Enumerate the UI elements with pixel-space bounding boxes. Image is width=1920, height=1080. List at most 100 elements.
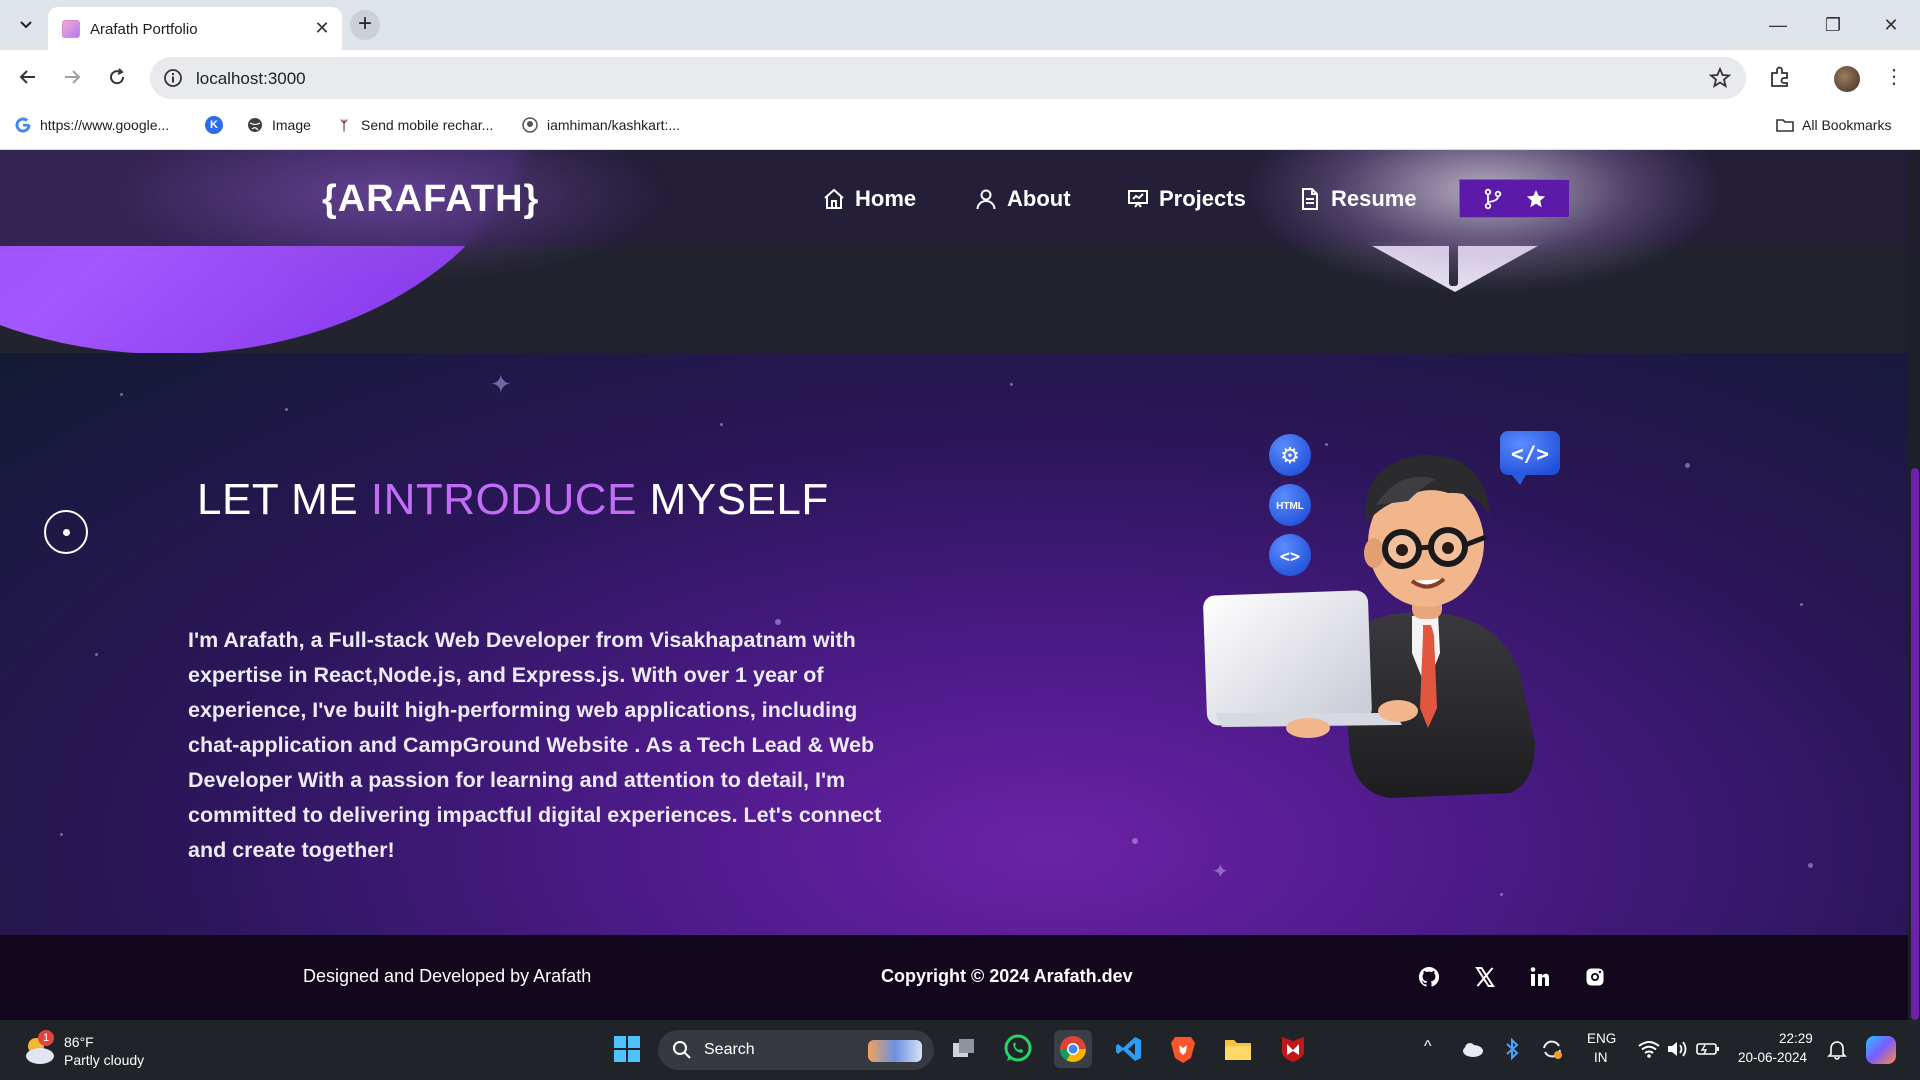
nav-resume[interactable]: Resume [1298, 186, 1417, 212]
mcafee-app[interactable] [1274, 1030, 1312, 1068]
sync-icon[interactable] [1540, 1038, 1564, 1060]
chrome-app[interactable] [1054, 1030, 1092, 1068]
weather-desc: Partly cloudy [64, 1052, 145, 1068]
footer-credit: Designed and Developed by Arafath [303, 966, 592, 986]
bookmark-item[interactable]: iamhiman/kashkart:... [521, 116, 680, 134]
taskbar-search[interactable]: Search [658, 1030, 934, 1070]
svg-text:</>: </> [1511, 442, 1549, 466]
task-view-button[interactable] [945, 1030, 983, 1068]
weather-widget[interactable]: 1 86°F Partly cloudy [20, 1026, 170, 1074]
clock-date[interactable]: 20-06-2024 [1738, 1050, 1807, 1065]
reload-icon [110, 68, 125, 85]
star-dot [60, 833, 63, 836]
arrow-right-icon [65, 70, 81, 84]
minimize-button[interactable]: — [1758, 10, 1798, 40]
bookmark-item[interactable]: Image [246, 116, 311, 134]
github-star-button[interactable] [1459, 179, 1570, 218]
bookmark-item[interactable]: ᛉ Send mobile rechar... [335, 116, 493, 134]
bookmark-item[interactable]: https://www.google... [14, 116, 169, 134]
tab-title: Arafath Portfolio [90, 21, 198, 38]
brave-app[interactable] [1164, 1030, 1202, 1068]
whatsapp-app[interactable] [999, 1030, 1037, 1068]
onedrive-cloud-icon[interactable] [1461, 1040, 1485, 1058]
linkedin-icon[interactable] [1528, 965, 1552, 989]
forward-button[interactable] [58, 63, 86, 91]
site-logo[interactable]: {ARAFATH} [322, 178, 539, 221]
language-line1[interactable]: ENG [1587, 1031, 1616, 1046]
sparkle-decoration: ✦ [490, 369, 512, 399]
restore-button[interactable]: ❐ [1813, 10, 1853, 40]
star-dot [1685, 463, 1690, 468]
google-icon [14, 116, 32, 134]
about-heading: LET ME INTRODUCE MYSELF [197, 475, 829, 525]
git-fork-icon [1484, 188, 1501, 209]
search-icon [673, 1041, 691, 1059]
bookmark-label: https://www.google... [40, 117, 170, 133]
new-tab-button[interactable]: + [350, 10, 380, 40]
sparkle-decoration: ✦ [1212, 861, 1229, 883]
language-line2[interactable]: IN [1594, 1050, 1608, 1065]
nav-projects-label: Projects [1159, 186, 1246, 211]
whatsapp-icon [1004, 1034, 1032, 1062]
file-explorer-app[interactable] [1219, 1030, 1257, 1068]
globe-icon [246, 116, 264, 134]
folder-icon [1225, 1040, 1251, 1060]
about-heading-part2: MYSELF [636, 475, 829, 524]
blue-k-icon: K [205, 116, 223, 134]
search-highlight-art [868, 1040, 922, 1062]
bookmark-label: Image [272, 117, 311, 133]
more-menu-icon[interactable]: ⋮ [1884, 63, 1904, 91]
scrollbar-thumb[interactable] [1911, 468, 1919, 1020]
instagram-icon[interactable] [1583, 965, 1607, 989]
close-icon[interactable]: ✕ [312, 18, 332, 38]
nav-home[interactable]: Home [822, 186, 916, 212]
tab-search-button[interactable] [14, 13, 38, 37]
nav-about[interactable]: About [974, 186, 1071, 212]
star-dot [285, 408, 288, 411]
reload-button[interactable] [103, 63, 131, 91]
back-button[interactable] [14, 63, 42, 91]
nav-projects[interactable]: Projects [1126, 186, 1246, 212]
arrow-left-icon [19, 70, 35, 84]
wifi-icon[interactable] [1637, 1039, 1661, 1059]
star-dot [1500, 893, 1503, 896]
bookmark-item[interactable]: K [205, 116, 223, 134]
battery-icon[interactable] [1696, 1041, 1720, 1057]
document-icon [1302, 188, 1318, 210]
extensions-icon[interactable] [1767, 64, 1793, 90]
bookmark-label: iamhiman/kashkart:... [547, 117, 681, 133]
search-label: Search [704, 1041, 755, 1058]
profile-avatar[interactable] [1834, 66, 1860, 92]
volume-icon[interactable] [1666, 1039, 1690, 1059]
address-bar[interactable]: localhost:3000 [150, 57, 1746, 99]
show-hidden-icons-chevron[interactable]: ^ [1424, 1038, 1432, 1056]
nav-resume-label: Resume [1331, 186, 1417, 211]
notification-bell-icon[interactable] [1826, 1038, 1848, 1060]
bookmark-label: Send mobile rechar... [361, 117, 494, 133]
all-bookmarks-button[interactable]: All Bookmarks [1776, 116, 1891, 134]
close-window-button[interactable]: ✕ [1871, 10, 1911, 40]
nav-home-label: Home [855, 186, 917, 211]
browser-tab[interactable]: Arafath Portfolio ✕ [48, 7, 342, 50]
custom-cursor-dot [63, 529, 70, 536]
star-dot [95, 653, 98, 656]
paytm-icon: ᛉ [340, 117, 348, 133]
github-icon[interactable] [1417, 965, 1441, 989]
star-dot [1132, 838, 1138, 844]
favicon-icon [62, 20, 80, 38]
start-button[interactable] [608, 1030, 646, 1068]
developer-avatar-illustration: ⚙ HTML <> </> [1203, 431, 1560, 798]
footer-copyright: Copyright © 2024 Arafath.dev [881, 966, 1133, 986]
bluetooth-icon[interactable] [1504, 1038, 1520, 1060]
star-dot [1808, 863, 1813, 868]
vscode-app[interactable] [1110, 1030, 1148, 1068]
bookmark-star-icon[interactable] [1708, 66, 1732, 90]
mcafee-shield-icon [1282, 1037, 1304, 1062]
copilot-icon[interactable] [1866, 1036, 1896, 1064]
site-info-icon[interactable] [162, 67, 184, 89]
about-description: I'm Arafath, a Full-stack Web Developer … [188, 628, 882, 862]
github-icon [521, 116, 539, 134]
x-icon[interactable] [1473, 965, 1497, 989]
clock-time[interactable]: 22:29 [1779, 1031, 1813, 1046]
nav-about-label: About [1007, 186, 1071, 211]
